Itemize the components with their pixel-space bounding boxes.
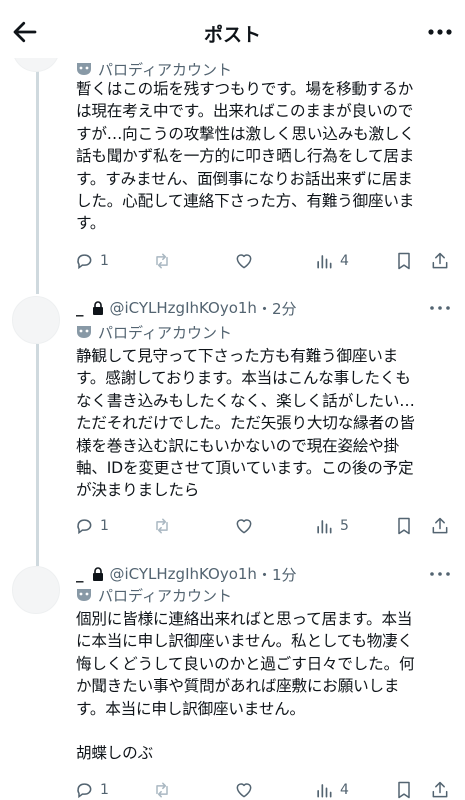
bookmark-icon bbox=[398, 781, 410, 799]
heart-icon bbox=[236, 783, 252, 798]
page-title: ポスト bbox=[203, 24, 261, 46]
reply-icon bbox=[77, 519, 92, 535]
reply-button[interactable]: 1 bbox=[74, 249, 109, 273]
display-name[interactable]: _ bbox=[76, 565, 84, 583]
repost-button[interactable] bbox=[152, 514, 178, 538]
repost-icon bbox=[156, 253, 168, 269]
views-chart-icon bbox=[317, 784, 332, 798]
bookmark-icon bbox=[398, 252, 410, 270]
parody-account-label: パロディアカウント bbox=[76, 59, 232, 79]
reply-button[interactable]: 1 bbox=[74, 514, 109, 538]
post-actions: 1 4 bbox=[66, 778, 452, 800]
reply-icon bbox=[77, 783, 92, 799]
thread-line bbox=[36, 52, 39, 294]
heart-icon bbox=[236, 254, 252, 269]
views-chart-icon bbox=[317, 520, 332, 534]
parody-account-label: パロディアカウント bbox=[76, 585, 232, 605]
post-actions: 1 4 bbox=[66, 249, 452, 273]
thread-line bbox=[36, 344, 39, 566]
like-button[interactable] bbox=[234, 778, 260, 800]
share-icon bbox=[432, 252, 448, 269]
display-name[interactable]: _ bbox=[76, 299, 84, 317]
post-author[interactable]: _ @iCYLHzgIhKOyo1h ・1分 bbox=[76, 563, 296, 585]
bookmark-icon bbox=[398, 517, 410, 535]
share-icon bbox=[432, 517, 448, 534]
repost-icon bbox=[156, 782, 168, 798]
share-button[interactable] bbox=[430, 514, 450, 538]
top-bar: ポスト bbox=[0, 0, 465, 58]
avatar[interactable] bbox=[12, 566, 60, 614]
like-button[interactable] bbox=[234, 249, 260, 273]
views-button[interactable]: 4 bbox=[314, 249, 349, 273]
share-icon bbox=[432, 781, 448, 798]
post-more-icon[interactable] bbox=[429, 304, 451, 312]
avatar[interactable] bbox=[12, 296, 60, 344]
like-button[interactable] bbox=[234, 514, 260, 538]
repost-button[interactable] bbox=[152, 778, 178, 800]
views-button[interactable]: 4 bbox=[314, 778, 349, 800]
reply-icon bbox=[77, 254, 92, 270]
share-button[interactable] bbox=[430, 778, 450, 800]
handle[interactable]: @iCYLHzgIhKOyo1h bbox=[110, 565, 257, 583]
parody-mask-icon bbox=[77, 63, 91, 75]
parody-mask-icon bbox=[77, 589, 91, 601]
post-time[interactable]: ・2分 bbox=[257, 298, 297, 319]
bookmark-button[interactable] bbox=[394, 514, 414, 538]
more-options-icon[interactable] bbox=[427, 22, 453, 42]
post-author[interactable]: _ @iCYLHzgIhKOyo1h ・2分 bbox=[76, 297, 296, 319]
views-button[interactable]: 5 bbox=[314, 514, 349, 538]
bookmark-button[interactable] bbox=[394, 778, 414, 800]
post-text: 個別に皆様に連絡出来ればと思って居ます。本当 に本当に申し訳御座いません。私とし… bbox=[76, 610, 415, 763]
views-chart-icon bbox=[317, 255, 332, 269]
repost-icon bbox=[156, 518, 168, 534]
post-more-icon[interactable] bbox=[429, 570, 451, 578]
post-time[interactable]: ・1分 bbox=[257, 564, 297, 585]
share-button[interactable] bbox=[430, 249, 450, 273]
reply-button[interactable]: 1 bbox=[74, 778, 109, 800]
post-text: 暫くはこの垢を残すつもりです。場を移動するか は現在考え中です。出来ればこのまま… bbox=[76, 80, 415, 233]
post-text: 静観して見守って下さった方も有難う御座いま す。感謝しております。本当はこんな事… bbox=[76, 347, 415, 500]
parody-account-label: パロディアカウント bbox=[76, 322, 232, 342]
repost-button[interactable] bbox=[152, 249, 178, 273]
lock-icon bbox=[92, 301, 103, 315]
post-actions: 1 5 bbox=[66, 514, 452, 538]
handle[interactable]: @iCYLHzgIhKOyo1h bbox=[110, 299, 257, 317]
bookmark-button[interactable] bbox=[394, 249, 414, 273]
lock-icon bbox=[92, 567, 103, 581]
parody-mask-icon bbox=[77, 326, 91, 338]
heart-icon bbox=[236, 519, 252, 534]
